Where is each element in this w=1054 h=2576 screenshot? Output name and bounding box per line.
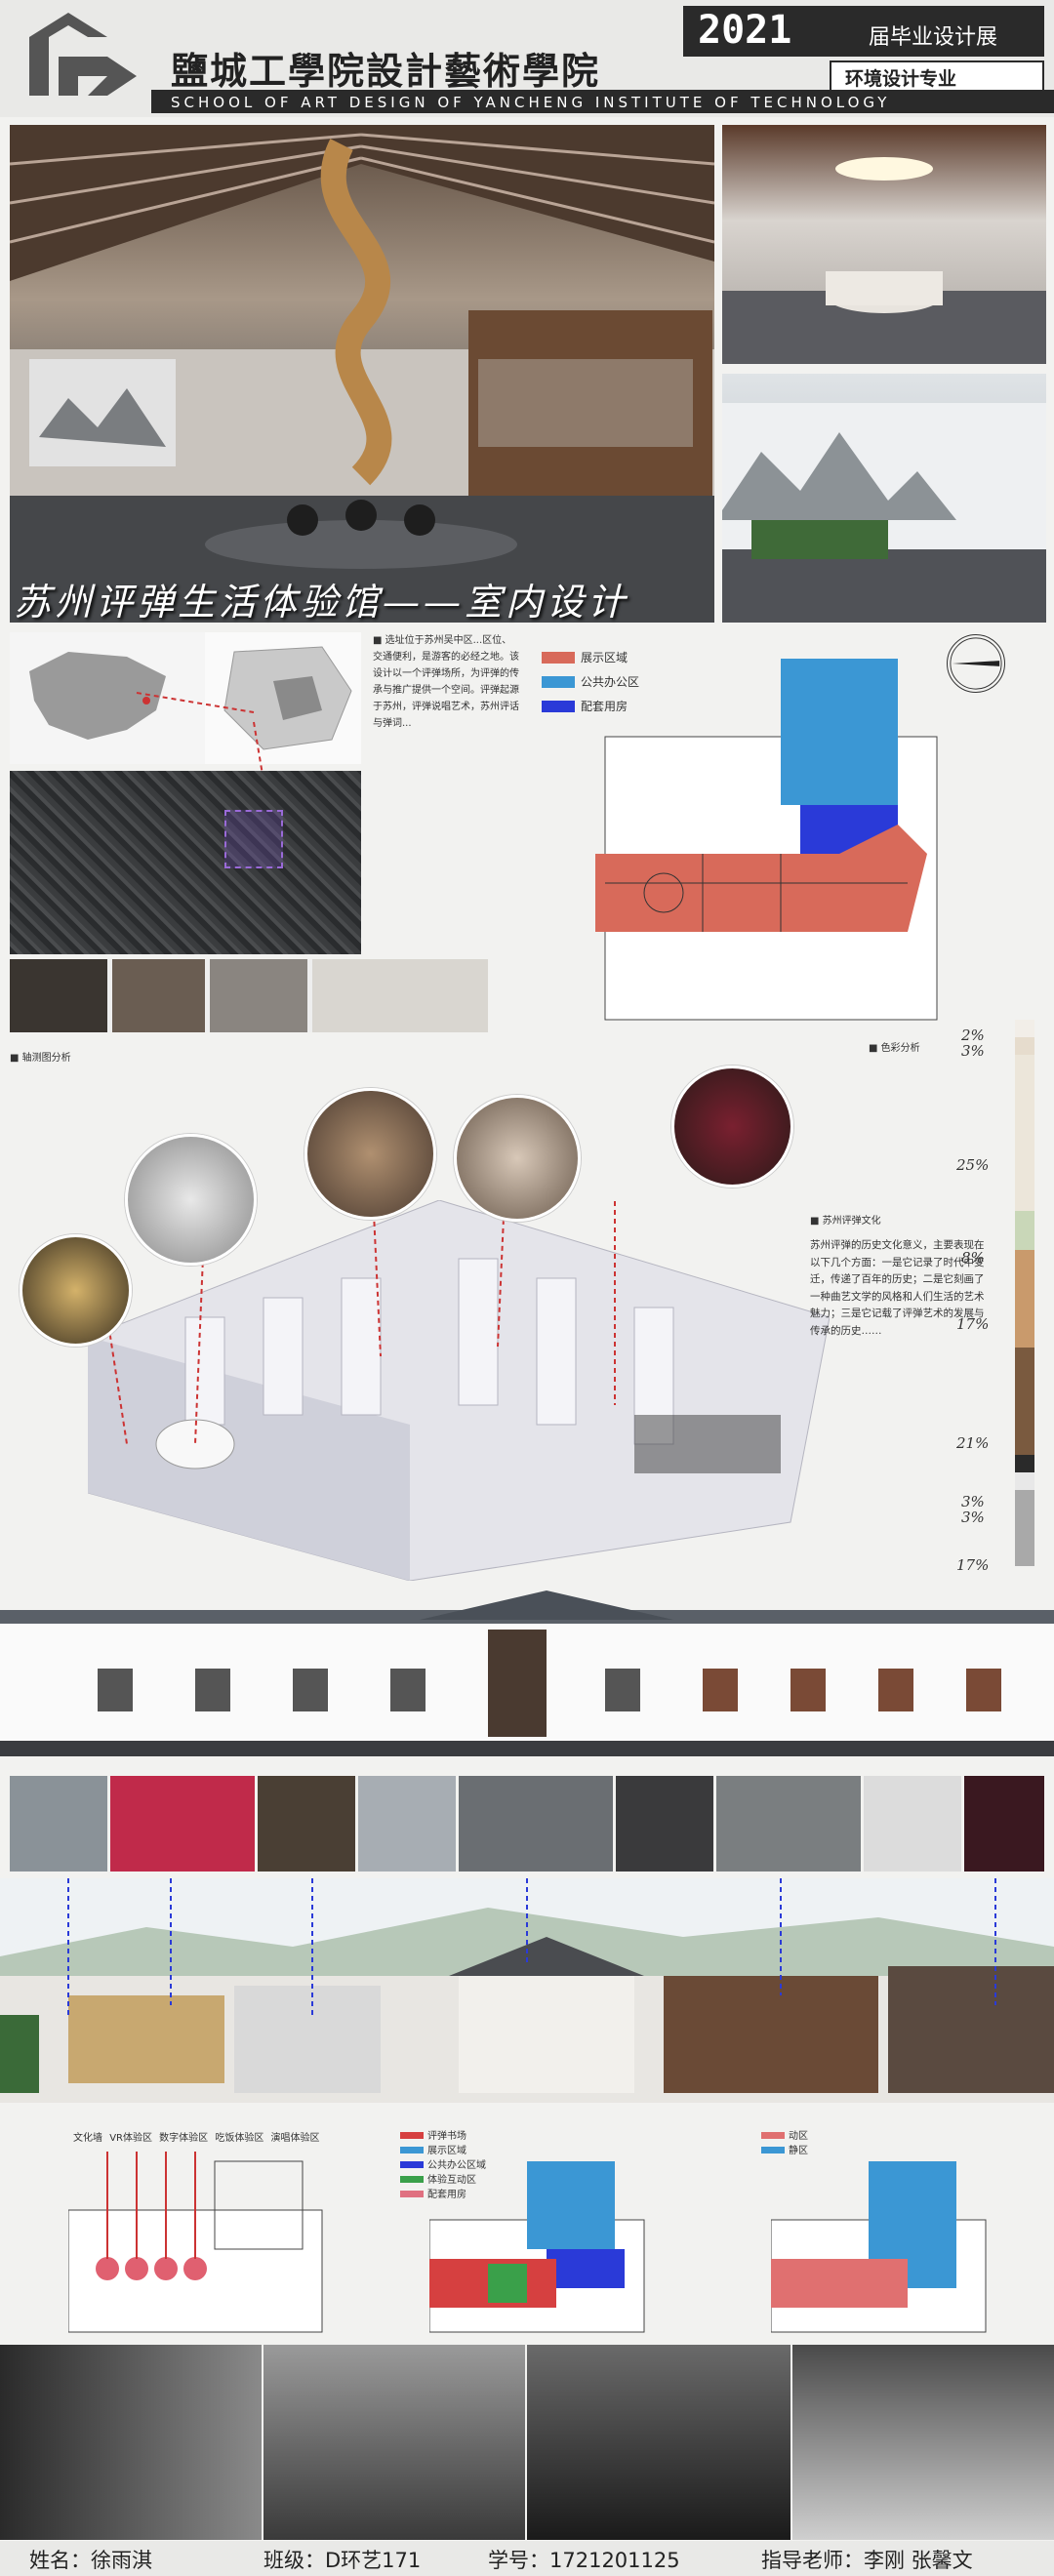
culture-label: ■ 苏州评弹文化 — [810, 1216, 881, 1227]
detail-circle — [20, 1234, 132, 1347]
material-tile — [10, 1776, 107, 1872]
interior-photo — [792, 2345, 1054, 2540]
intro-text: ■ 选址位于苏州吴中区...区位、交通便利，是游客的必经之地。该设计以一个评弹场… — [373, 635, 519, 729]
color-swatch-bar — [1015, 1020, 1034, 1566]
swatch — [1015, 1037, 1034, 1055]
student-id: 学号：1721201125 — [488, 2549, 680, 2572]
material-swatches — [10, 1776, 1044, 1872]
main-render — [9, 125, 715, 623]
student-class: 班级：D环艺171 — [264, 2549, 422, 2572]
swatch-pct: 8% — [961, 1249, 985, 1267]
plan1-label: 演唱体验区 — [270, 2133, 320, 2144]
swatch-pct: 3% — [961, 1042, 985, 1060]
material-tile — [616, 1776, 713, 1872]
swatch — [1015, 1020, 1034, 1037]
detail-circle — [125, 1134, 257, 1266]
plan1-labels: 文化墙 VR体验区 数字体验区 吃饭体验区 演唱体验区 — [73, 2129, 320, 2144]
material-tile — [459, 1776, 613, 1872]
detail-circle — [671, 1066, 793, 1187]
swatch — [1015, 1455, 1034, 1472]
swatch-pct: 17% — [956, 1556, 990, 1574]
expo-title: 届毕业设计展 — [869, 25, 998, 50]
color-label: ■ 色彩分析 — [869, 1043, 920, 1054]
axon-label: ■ 轴测图分析 — [10, 1053, 71, 1064]
interior-photo — [264, 2345, 525, 2540]
legend-label: 动区 — [789, 2131, 808, 2142]
swatch — [1015, 1348, 1034, 1455]
swatch — [1015, 1250, 1034, 1348]
material-tile — [110, 1776, 255, 1872]
material-tile — [964, 1776, 1044, 1872]
plan-zoning — [771, 2161, 987, 2333]
plans-row: 文化墙 VR体验区 数字体验区 吃饭体验区 演唱体验区 评弹书场 展示区域 公共… — [0, 2108, 1054, 2342]
historic-photo-strip — [10, 959, 488, 1032]
plan-function — [429, 2161, 645, 2333]
project-title: 苏州评弹生活体验馆——室内设计 — [14, 581, 629, 624]
render-courtyard — [722, 374, 1046, 623]
section-render — [0, 1878, 1054, 2103]
material-tile — [258, 1776, 355, 1872]
interior-photo — [0, 2345, 262, 2540]
material-tile — [358, 1776, 456, 1872]
major-label: 环境设计专业 — [845, 68, 957, 90]
detail-circle — [454, 1095, 581, 1222]
year: 2021 — [698, 8, 792, 53]
advisors: 指导老师：李刚 张馨文 — [761, 2549, 973, 2572]
plan1-label: 文化墙 — [73, 2133, 102, 2144]
render-top-right — [722, 125, 1046, 364]
school-name-en: SCHOOL OF ART DESIGN OF YANCHENG INSTITU… — [171, 94, 891, 111]
material-tile — [716, 1776, 861, 1872]
floor-plan — [595, 659, 938, 1021]
school-name-cn: 鹽城工學院設計藝術學院 — [171, 49, 601, 93]
swatch — [1015, 1490, 1034, 1566]
swatch — [1015, 1055, 1034, 1211]
swatch — [1015, 1211, 1034, 1250]
plan1-label: 吃饭体验区 — [215, 2133, 264, 2144]
interior-photo-strip — [0, 2345, 1054, 2540]
plan1-label: VR体验区 — [109, 2133, 152, 2144]
swatch-pct: 3% — [961, 1509, 985, 1526]
swatch-pct: 25% — [956, 1156, 990, 1174]
facade-elevation — [0, 1590, 1054, 1756]
student-name: 姓名：徐雨淇 — [29, 2549, 152, 2572]
interior-photo — [527, 2345, 790, 2540]
swatch-pct: 17% — [956, 1315, 990, 1333]
legend-label: 评弹书场 — [427, 2131, 466, 2142]
plan-circulation — [68, 2152, 323, 2333]
plan1-label: 数字体验区 — [159, 2133, 209, 2144]
material-tile — [864, 1776, 961, 1872]
swatch — [1015, 1472, 1034, 1490]
detail-circle — [304, 1088, 436, 1220]
school-logo — [29, 13, 137, 96]
satellite-map — [10, 771, 361, 954]
swatch-pct: 21% — [956, 1434, 990, 1452]
